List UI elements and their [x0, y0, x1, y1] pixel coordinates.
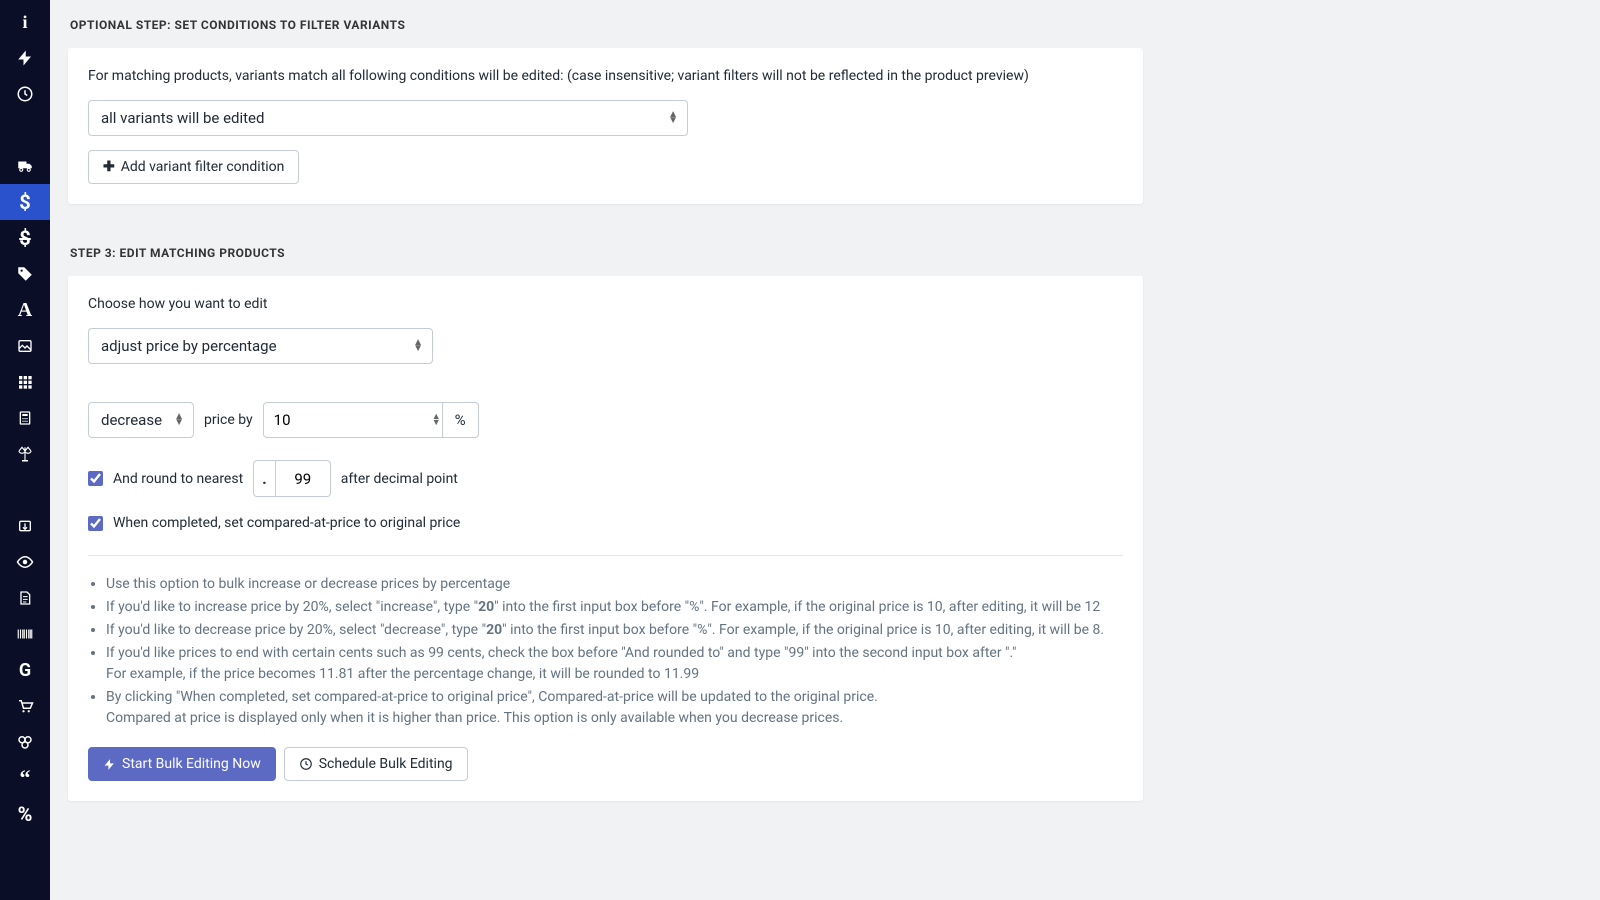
percent-addon: % — [443, 402, 479, 438]
clock-icon — [299, 757, 313, 771]
sidebar-item-tag[interactable] — [0, 256, 50, 292]
sidebar-item-clock[interactable] — [0, 76, 50, 112]
sidebar: i $ $ A G “ % — [0, 0, 50, 900]
round-label: And round to nearest — [113, 471, 243, 487]
bolt-icon — [103, 758, 116, 771]
sidebar-item-quote[interactable]: “ — [0, 760, 50, 796]
archive-icon — [17, 518, 33, 534]
truck-icon — [16, 157, 34, 175]
scale-icon — [16, 445, 34, 463]
optional-intro-text: For matching products, variants match al… — [88, 68, 1123, 84]
add-variant-condition-button[interactable]: ✚ Add variant filter condition — [88, 150, 299, 184]
cents-input[interactable] — [276, 460, 331, 497]
tip-item: If you'd like to decrease price by 20%, … — [106, 620, 1123, 641]
sidebar-item-archive[interactable] — [0, 508, 50, 544]
after-decimal-label: after decimal point — [341, 471, 458, 487]
cart-icon — [16, 697, 34, 715]
sidebar-item-calculator[interactable] — [0, 400, 50, 436]
calculator-icon — [17, 410, 33, 426]
tag-icon — [16, 265, 34, 283]
sidebar-item-image[interactable] — [0, 328, 50, 364]
sidebar-item-eye[interactable] — [0, 544, 50, 580]
google-icon: G — [19, 660, 31, 681]
sidebar-item-bolt[interactable] — [0, 40, 50, 76]
price-by-label: price by — [204, 412, 253, 428]
tip-item: Use this option to bulk increase or decr… — [106, 574, 1123, 595]
sidebar-item-cart[interactable] — [0, 688, 50, 724]
quote-icon: “ — [20, 773, 31, 783]
bolt-icon — [16, 49, 34, 67]
schedule-bulk-edit-label: Schedule Bulk Editing — [319, 756, 453, 772]
tips-list: Use this option to bulk increase or decr… — [88, 574, 1123, 729]
dollar-icon: $ — [19, 190, 30, 214]
sidebar-item-barcode[interactable] — [0, 616, 50, 652]
sidebar-item-strike-price[interactable]: $ — [0, 220, 50, 256]
barcode-icon — [16, 625, 34, 643]
strikethrough-dollar-icon: $ — [19, 226, 30, 250]
eye-icon — [16, 553, 34, 571]
tip-item: If you'd like prices to end with certain… — [106, 643, 1123, 685]
start-bulk-edit-button[interactable]: Start Bulk Editing Now — [88, 747, 276, 781]
tip-item: If you'd like to increase price by 20%, … — [106, 597, 1123, 618]
sidebar-item-info[interactable]: i — [0, 4, 50, 40]
sidebar-item-price[interactable]: $ — [0, 184, 50, 220]
clock-icon — [16, 85, 34, 103]
choose-edit-label: Choose how you want to edit — [88, 296, 1123, 312]
tip-item: By clicking "When completed, set compare… — [106, 687, 1123, 729]
sidebar-item-scale[interactable] — [0, 436, 50, 472]
percent-input[interactable] — [263, 402, 443, 438]
sidebar-item-collections[interactable] — [0, 724, 50, 760]
edit-mode-select[interactable]: adjust price by percentage — [88, 328, 433, 364]
add-variant-condition-label: Add variant filter condition — [121, 159, 285, 175]
compared-at-checkbox[interactable] — [88, 516, 103, 531]
decimal-dot: . — [253, 460, 276, 497]
optional-step-heading: OPTIONAL STEP: SET CONDITIONS TO FILTER … — [50, 0, 1600, 40]
direction-select[interactable]: decrease — [88, 402, 194, 438]
sidebar-item-truck[interactable] — [0, 148, 50, 184]
font-icon: A — [18, 299, 32, 322]
percent-icon: % — [18, 802, 33, 826]
variant-filter-select[interactable]: all variants will be edited — [88, 100, 688, 136]
image-icon — [17, 338, 33, 354]
plus-icon: ✚ — [103, 159, 115, 175]
divider — [88, 555, 1123, 556]
sidebar-item-document[interactable] — [0, 580, 50, 616]
sidebar-item-grid[interactable] — [0, 364, 50, 400]
start-bulk-edit-label: Start Bulk Editing Now — [122, 756, 261, 772]
round-checkbox[interactable] — [88, 471, 103, 486]
info-icon: i — [22, 12, 27, 33]
grid-icon — [17, 374, 33, 390]
sidebar-item-text[interactable]: A — [0, 292, 50, 328]
compared-at-label: When completed, set compared-at-price to… — [113, 515, 460, 531]
main-content: OPTIONAL STEP: SET CONDITIONS TO FILTER … — [50, 0, 1600, 865]
step3-heading: STEP 3: EDIT MATCHING PRODUCTS — [50, 228, 1600, 268]
optional-step-panel: For matching products, variants match al… — [68, 48, 1143, 204]
sidebar-item-google[interactable]: G — [0, 652, 50, 688]
document-icon — [17, 590, 33, 606]
schedule-bulk-edit-button[interactable]: Schedule Bulk Editing — [284, 747, 468, 781]
step3-panel: Choose how you want to edit adjust price… — [68, 276, 1143, 801]
sidebar-item-percent[interactable]: % — [0, 796, 50, 832]
collections-icon — [16, 733, 34, 751]
